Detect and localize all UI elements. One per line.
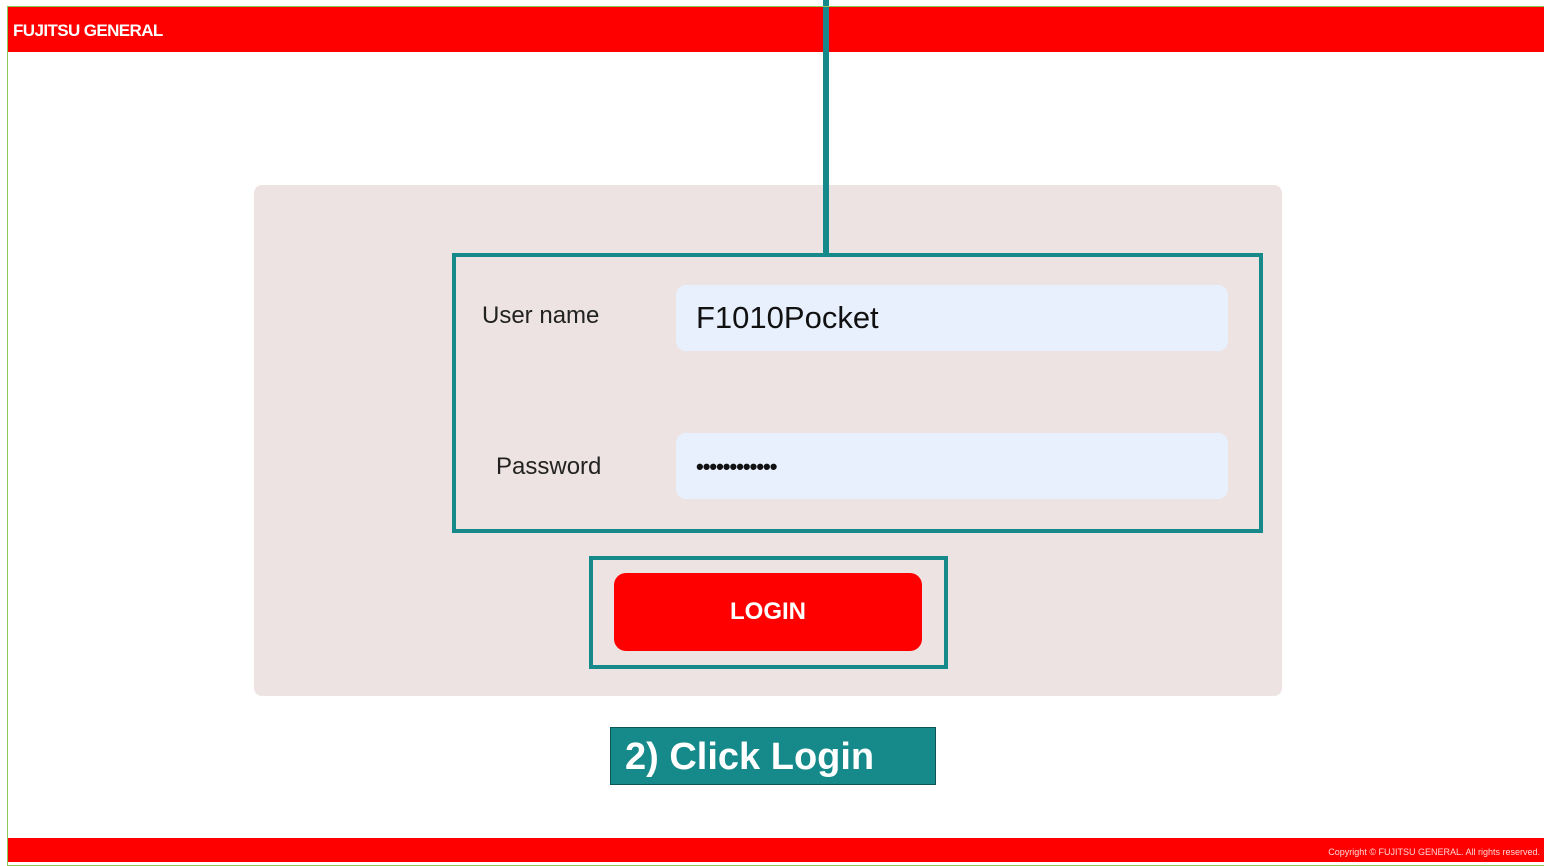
username-field[interactable]: F1010Pocket	[676, 285, 1228, 351]
page: FUJITSU GENERAL User name F1010Pocket Pa…	[0, 0, 1544, 866]
annotation-callout: 2) Click Login	[610, 727, 936, 785]
password-value: ••••••••••••	[696, 454, 777, 479]
annotation-pointer-line	[823, 0, 829, 256]
copyright-text: Copyright © FUJITSU GENERAL. All rights …	[1328, 847, 1540, 857]
brand-logo: FUJITSU GENERAL	[13, 21, 163, 40]
header-bar: FUJITSU GENERAL	[8, 7, 1544, 52]
login-button[interactable]: LOGIN	[614, 573, 922, 651]
footer-bar: Copyright © FUJITSU GENERAL. All rights …	[8, 838, 1544, 862]
password-field[interactable]: ••••••••••••	[676, 433, 1228, 499]
password-label: Password	[496, 453, 602, 480]
username-value: F1010Pocket	[696, 300, 879, 335]
username-label: User name	[482, 302, 600, 329]
